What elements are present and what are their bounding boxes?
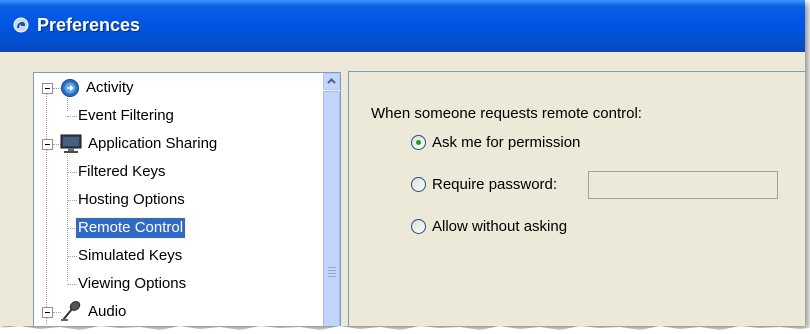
option-label: Ask me for permission — [432, 134, 581, 151]
option-label: Require password: — [432, 176, 558, 193]
microphone-icon — [61, 301, 81, 321]
remote-control-prompt: When someone requests remote control: — [371, 105, 642, 122]
tree-item-filtered-keys[interactable]: Filtered Keys — [34, 160, 319, 184]
tree-item-label: Hosting Options — [78, 191, 185, 208]
tree-scrollbar[interactable] — [323, 73, 340, 326]
torn-edge — [0, 326, 810, 334]
tree-item-label: Filtered Keys — [78, 163, 166, 180]
monitor-icon — [60, 134, 82, 153]
tree-item-viewing-options[interactable]: Viewing Options — [34, 272, 319, 296]
collapse-icon[interactable] — [42, 83, 53, 94]
tree-item-label: Simulated Keys — [78, 247, 183, 264]
scroll-thumb[interactable] — [323, 91, 340, 326]
collapse-icon[interactable] — [42, 307, 53, 318]
tree-item-hosting-options[interactable]: Hosting Options — [34, 188, 319, 212]
tree-item-label: Audio — [88, 303, 127, 320]
option-label: Allow without asking — [432, 218, 568, 235]
tree-item-activity[interactable]: Activity — [34, 76, 319, 100]
window-title: Preferences — [37, 15, 141, 35]
tree-item-label: Remote Control — [74, 217, 187, 239]
collapse-icon[interactable] — [42, 139, 53, 150]
tree-item-event-filtering[interactable]: Event Filtering — [34, 104, 319, 128]
password-input[interactable] — [588, 171, 778, 199]
app-icon — [13, 17, 29, 33]
client-area: Activity Event Filtering Application Sha… — [4, 52, 805, 326]
tree-item-simulated-keys[interactable]: Simulated Keys — [34, 244, 319, 268]
radio-button[interactable] — [411, 177, 426, 192]
tree-item-label: Event Filtering — [78, 107, 174, 124]
tree-item-application-sharing[interactable]: Application Sharing — [34, 132, 319, 156]
tree-item-audio[interactable]: Audio — [34, 300, 319, 324]
tree-item-remote-control[interactable]: Remote Control — [34, 216, 319, 240]
tree-item-label: Viewing Options — [78, 275, 187, 292]
chevron-up-icon — [327, 78, 336, 84]
remote-control-panel: When someone requests remote control: As… — [348, 71, 805, 326]
tree-item-label: Application Sharing — [88, 135, 218, 152]
scroll-up-button[interactable] — [323, 73, 340, 90]
tree-item-label: Activity — [86, 79, 134, 96]
preferences-window: Preferences Activity Event Filtering App… — [0, 0, 805, 326]
radio-button[interactable] — [411, 219, 426, 234]
preferences-tree[interactable]: Activity Event Filtering Application Sha… — [33, 72, 341, 326]
title-bar[interactable]: Preferences — [0, 0, 805, 52]
activity-icon — [61, 79, 79, 97]
radio-button[interactable] — [411, 135, 426, 150]
